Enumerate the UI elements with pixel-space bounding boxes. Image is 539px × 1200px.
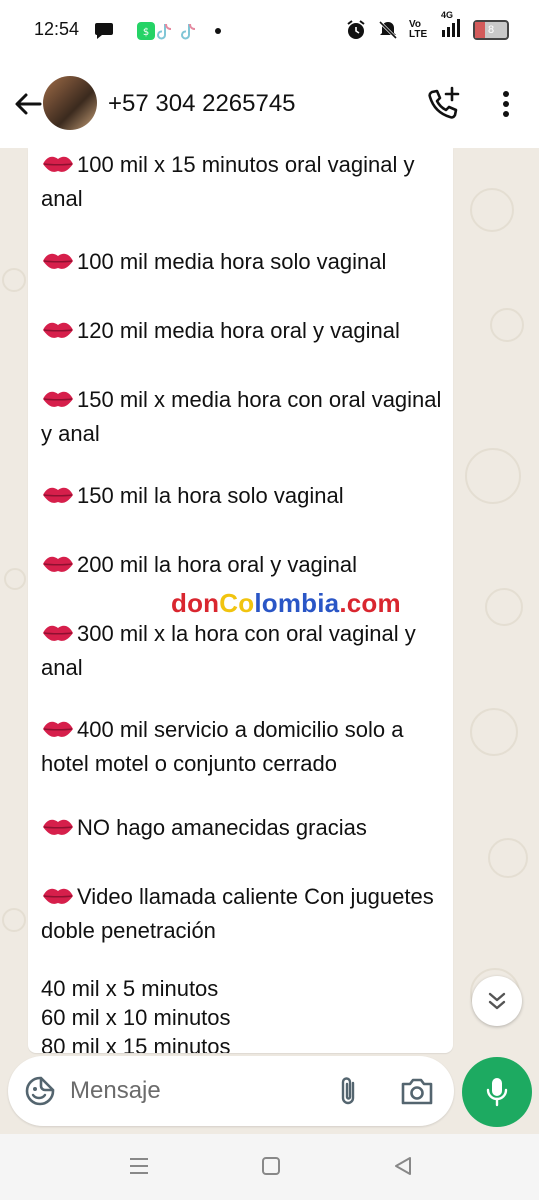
price-line: 200 mil la hora oral y vaginal [41,548,451,582]
recent-apps-icon[interactable] [128,1154,150,1183]
scroll-to-bottom-button[interactable] [472,976,522,1026]
kiss-lips-icon [41,717,75,741]
chat-header: +57 304 2265745 [0,60,539,149]
whatsapp-icon: $ [137,22,155,40]
kiss-lips-icon [41,621,75,645]
battery-level: 8 [487,23,495,36]
mute-icon [378,20,398,39]
status-system-icons: Vo LTE 4G 8 [345,10,509,41]
sticker-emoji-icon[interactable] [24,1075,56,1107]
price-line: 300 mil x la hora con oral vaginal y ana… [41,621,416,680]
battery-icon: 8 [473,19,509,40]
chat-bubble-icon [95,23,113,39]
double-chevron-down-icon [488,992,506,1010]
plain-price-line: 40 mil x 5 minutos [41,976,219,1001]
kiss-lips-icon [41,884,75,908]
network-type: 4G [441,10,463,41]
voice-record-button[interactable] [462,1057,532,1127]
kiss-lips-icon [41,552,75,576]
status-bar: 12:54 $ Vo LTE 4G 8 [0,0,539,60]
kiss-lips-icon [41,815,75,839]
add-call-icon[interactable] [422,84,464,124]
message-composer [8,1056,454,1126]
price-line: Video llamada caliente Con juguetes dobl… [41,884,434,943]
kiss-lips-icon [41,152,75,176]
watermark: donColombia.com [171,588,401,618]
price-line: 150 mil la hora solo vaginal [41,479,451,513]
price-line: NO hago amanecidas gracias [41,811,451,845]
kiss-lips-icon [41,387,75,411]
paperclip-icon[interactable] [336,1074,360,1108]
back-nav-icon[interactable] [392,1154,414,1183]
system-navigation-bar [0,1134,539,1200]
status-notification-icons: $ [95,20,225,47]
kiss-lips-icon [41,483,75,507]
price-line: 100 mil x 15 minutos oral vaginal y anal [41,152,415,211]
dot-icon [215,28,221,34]
tiktok-icon [157,23,172,40]
price-line: 400 mil servicio a domicilio solo a hote… [41,717,404,776]
kiss-lips-icon [41,249,75,273]
price-line: 120 mil media hora oral y vaginal [41,314,451,348]
contact-avatar[interactable] [43,76,97,130]
message-input[interactable] [70,1074,310,1108]
price-line: 150 mil x media hora con oral vaginal y … [41,387,442,446]
signal-icon [442,19,460,37]
microphone-icon [486,1078,508,1107]
kiss-lips-icon [41,318,75,342]
svg-text:$: $ [143,27,149,38]
contact-name[interactable]: +57 304 2265745 [108,90,296,118]
tiktok-icon [181,23,196,40]
camera-icon[interactable] [400,1076,434,1106]
status-time: 12:54 [34,19,80,39]
price-line: 100 mil media hora solo vaginal [41,245,451,279]
more-vertical-icon[interactable] [492,84,520,124]
home-icon[interactable] [260,1154,282,1183]
alarm-icon [347,19,365,39]
volte-indicator: Vo LTE [409,18,428,40]
plain-price-line: 60 mil x 10 minutos [41,1005,231,1030]
plain-price-line: 80 mil x 15 minutos [41,1034,231,1053]
back-arrow-icon[interactable] [10,86,46,122]
